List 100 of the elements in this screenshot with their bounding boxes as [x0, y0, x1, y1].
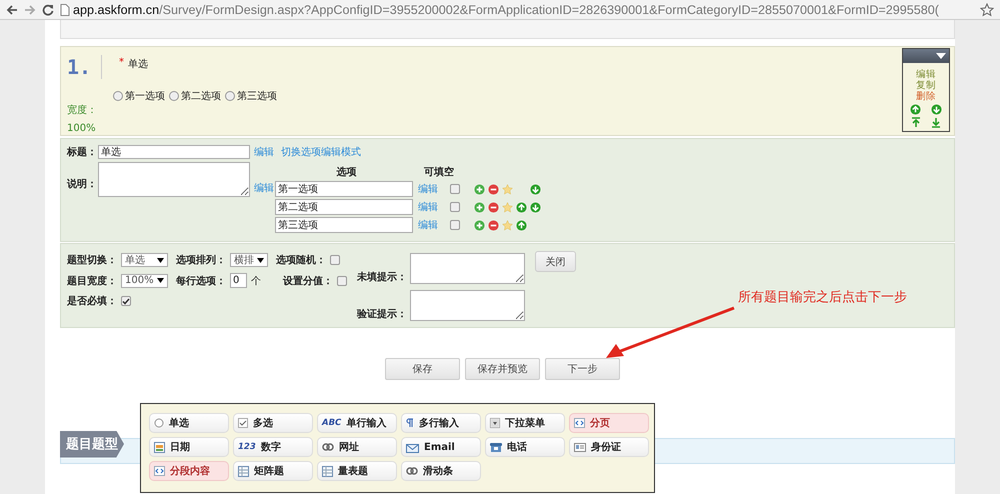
- dropdown-icon: [490, 418, 500, 428]
- star-icon[interactable]: [502, 184, 513, 194]
- radio-button[interactable]: [113, 91, 123, 101]
- field-label: 未填提示：: [357, 270, 407, 284]
- forward-icon[interactable]: [24, 4, 36, 16]
- question-type-button[interactable]: Email: [401, 437, 481, 457]
- description-field[interactable]: [98, 162, 250, 197]
- option-label: 第三选项: [237, 90, 277, 103]
- back-icon[interactable]: [6, 4, 18, 16]
- question-number: 1.: [67, 55, 102, 79]
- field-label: 每行选项：: [176, 274, 226, 288]
- code-icon: [154, 466, 165, 476]
- code-icon: [574, 418, 585, 428]
- empty-hint-field[interactable]: [410, 253, 525, 284]
- verify-hint-field[interactable]: [410, 290, 525, 321]
- layout-select[interactable]: 横排: [230, 253, 268, 267]
- field-label: 验证提示：: [357, 308, 407, 321]
- field-label: 说明：: [67, 178, 97, 191]
- add-icon[interactable]: [474, 184, 485, 194]
- field-label: 选项随机：: [276, 254, 326, 267]
- remove-icon[interactable]: [488, 220, 499, 230]
- type-select[interactable]: 单选: [121, 253, 168, 267]
- per-row-field[interactable]: 0: [230, 273, 247, 288]
- question-type-button[interactable]: 分段内容: [149, 461, 229, 481]
- checkbox[interactable]: [450, 220, 460, 230]
- checkbox[interactable]: [121, 296, 131, 306]
- question-type-button[interactable]: 下拉菜单: [485, 413, 565, 433]
- field-label: 是否必填：: [67, 294, 117, 308]
- action-link[interactable]: 删除: [916, 91, 936, 102]
- required-mark: *: [119, 57, 124, 70]
- question-type-button[interactable]: 网址: [317, 437, 397, 457]
- star-icon[interactable]: [980, 2, 994, 16]
- id-card-icon: [574, 442, 586, 452]
- add-icon[interactable]: [474, 202, 485, 212]
- checkbox[interactable]: [330, 255, 340, 265]
- field-label: 标题：: [67, 146, 97, 159]
- checkbox[interactable]: [450, 202, 460, 212]
- checkbox-icon: [238, 418, 248, 428]
- move-up-icon[interactable]: [910, 104, 921, 115]
- action-button[interactable]: 保存: [385, 358, 460, 380]
- caret-icon[interactable]: [157, 258, 164, 262]
- link-icon: [322, 443, 334, 451]
- star-icon[interactable]: [502, 220, 513, 230]
- caret-icon[interactable]: [157, 278, 164, 283]
- option-field[interactable]: 第三选项: [275, 217, 413, 233]
- table-icon: [238, 466, 249, 476]
- question-type-button[interactable]: 123 数字: [233, 437, 313, 457]
- question-title: 单选: [128, 58, 148, 71]
- question-type-button[interactable]: 分页: [569, 413, 649, 433]
- option-label: 第一选项: [125, 90, 165, 103]
- option-field[interactable]: 第二选项: [275, 199, 413, 215]
- question-type-button[interactable]: 日期: [149, 437, 229, 457]
- question-type-button[interactable]: ABC 单行输入: [317, 413, 397, 433]
- move-down-icon[interactable]: [530, 202, 541, 212]
- paragraph-icon: [406, 418, 414, 428]
- field-label: 题型切换：: [67, 254, 117, 267]
- close-button[interactable]: 关闭: [535, 251, 576, 272]
- action-link[interactable]: 编辑: [916, 69, 936, 80]
- move-up-icon[interactable]: [516, 202, 527, 212]
- question-type-button[interactable]: 多行输入: [401, 413, 481, 433]
- question-type-button[interactable]: 滑动条: [401, 461, 481, 481]
- annotation-text: 所有题目输完之后点击下一步: [738, 289, 907, 306]
- unit-label: 个: [251, 274, 261, 288]
- field-label: 选项排列：: [176, 254, 226, 267]
- question-type-button[interactable]: 矩阵题: [233, 461, 313, 481]
- radio-button[interactable]: [169, 91, 179, 101]
- option-field[interactable]: 第一选项: [275, 181, 413, 197]
- reload-icon[interactable]: [42, 4, 54, 16]
- question-types-tab[interactable]: 题目题型: [60, 430, 124, 458]
- question-type-button[interactable]: 身份证: [569, 437, 649, 457]
- question-type-button[interactable]: 单选: [149, 413, 229, 433]
- add-icon[interactable]: [474, 220, 485, 230]
- question-type-button[interactable]: 电话: [485, 437, 565, 457]
- column-header: 可填空: [424, 166, 454, 179]
- radio-icon: [154, 418, 164, 428]
- move-down-icon[interactable]: [931, 104, 942, 115]
- action-button[interactable]: 保存并预览: [465, 358, 540, 380]
- move-bottom-icon[interactable]: [931, 117, 941, 128]
- star-icon[interactable]: [502, 202, 513, 212]
- title-field[interactable]: 单选: [98, 145, 250, 159]
- table-icon: [322, 466, 333, 476]
- width-select[interactable]: 100%: [121, 274, 168, 288]
- checkbox[interactable]: [450, 184, 460, 194]
- column-header: 选项: [336, 166, 358, 179]
- caret-icon[interactable]: [257, 258, 264, 262]
- checkbox[interactable]: [337, 276, 347, 286]
- remove-icon[interactable]: [488, 202, 499, 212]
- move-up-icon[interactable]: [516, 220, 527, 230]
- radio-button[interactable]: [225, 91, 235, 101]
- field-label: 设置分值：: [283, 274, 333, 288]
- remove-icon[interactable]: [488, 184, 499, 194]
- field-label: 题目宽度：: [67, 274, 117, 288]
- dropdown-icon[interactable]: [933, 52, 949, 60]
- move-down-icon[interactable]: [530, 184, 541, 194]
- question-type-button[interactable]: 量表题: [317, 461, 397, 481]
- format-icon: ABC: [322, 418, 342, 428]
- action-button[interactable]: 下一步: [545, 358, 620, 380]
- question-type-button[interactable]: 多选: [233, 413, 313, 433]
- move-top-icon[interactable]: [911, 117, 921, 128]
- action-link[interactable]: 复制: [916, 80, 936, 91]
